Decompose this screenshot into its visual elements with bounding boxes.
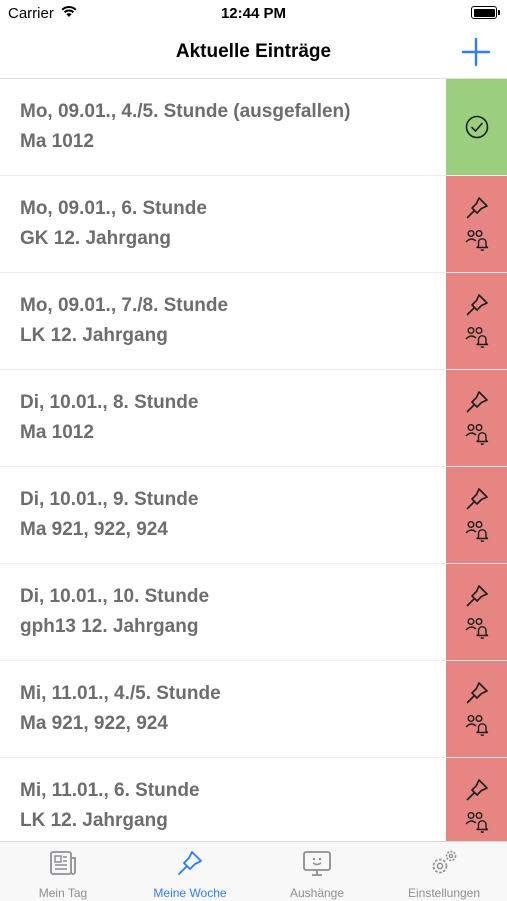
tab-label: Meine Woche [153,886,227,900]
entry-actions[interactable] [446,467,507,563]
entry-actions[interactable] [446,273,507,369]
newspaper-icon [50,851,76,875]
group-notification-icon[interactable] [464,712,490,738]
pin-icon[interactable] [464,680,490,706]
entry-actions[interactable] [446,564,507,660]
entry-actions[interactable] [446,176,507,272]
entry-text: Mi, 11.01., 6. Stunde LK 12. Jahrgang [20,776,437,836]
entry-text: Mo, 09.01., 6. Stunde GK 12. Jahrgang [20,194,437,254]
list-item[interactable]: Mo, 09.01., 7./8. Stunde LK 12. Jahrgang [0,273,507,370]
tab-label: Mein Tag [38,886,88,900]
entry-text: Mi, 11.01., 4./5. Stunde Ma 921, 922, 924 [20,679,437,739]
page-title: Aktuelle Einträge [175,41,332,62]
entry-date-line: Mo, 09.01., 4./5. Stunde (ausgefallen) [20,101,351,122]
entry-date-line: Mo, 09.01., 6. Stunde [20,198,207,219]
list-item[interactable]: Di, 10.01., 8. Stunde Ma 1012 [0,370,507,467]
clock: 12:44 PM [220,5,287,22]
pin-icon[interactable] [464,583,490,609]
tab-bar: Mein Tag Meine Woche Aushänge Einstellun… [0,841,507,901]
entry-date-line: Mi, 11.01., 6. Stunde [20,780,200,801]
entry-text: Di, 10.01., 10. Stunde gph13 12. Jahrgang [20,582,437,642]
entry-text: Di, 10.01., 9. Stunde Ma 921, 922, 924 [20,485,437,545]
entry-actions[interactable] [446,661,507,757]
list-item[interactable]: Mo, 09.01., 6. Stunde GK 12. Jahrgang [0,176,507,273]
entry-status-done[interactable] [446,79,507,175]
entry-course-line: LK 12. Jahrgang [20,325,168,346]
entry-course-line: GK 12. Jahrgang [20,228,171,249]
group-notification-icon[interactable] [464,227,490,253]
entry-course-line: Ma 1012 [20,131,94,152]
entry-actions[interactable] [446,370,507,466]
entry-date-line: Mo, 09.01., 7./8. Stunde [20,295,229,316]
tab-mein-tag[interactable]: Mein Tag [0,842,126,901]
entry-course-line: gph13 12. Jahrgang [20,616,199,637]
entry-course-line: LK 12. Jahrgang [20,810,168,831]
gears-icon [432,850,457,874]
entry-text: Mo, 09.01., 4./5. Stunde (ausgefallen) Ma… [20,97,437,157]
entry-date-line: Di, 10.01., 8. Stunde [20,392,199,413]
list-item[interactable]: Di, 10.01., 10. Stunde gph13 12. Jahrgang [0,564,507,661]
pin-icon[interactable] [464,195,490,221]
list-item[interactable]: Di, 10.01., 9. Stunde Ma 921, 922, 924 [0,467,507,564]
pin-icon [178,851,202,875]
entry-text: Di, 10.01., 8. Stunde Ma 1012 [20,388,437,448]
pin-icon[interactable] [464,777,490,803]
list-item[interactable]: Mi, 11.01., 6. Stunde LK 12. Jahrgang [0,758,507,841]
entry-text: Mo, 09.01., 7./8. Stunde LK 12. Jahrgang [20,291,437,351]
entry-course-line: Ma 1012 [20,422,94,443]
group-notification-icon[interactable] [464,518,490,544]
tab-label: Aushänge [289,886,345,900]
pin-icon[interactable] [464,389,490,415]
entry-date-line: Di, 10.01., 9. Stunde [20,489,199,510]
group-notification-icon[interactable] [464,615,490,641]
entry-date-line: Di, 10.01., 10. Stunde [20,586,210,607]
battery-icon [471,6,500,19]
status-bar: Carrier 12:44 PM [0,0,507,28]
tab-meine-woche[interactable]: Meine Woche [127,842,253,901]
pin-icon[interactable] [464,292,490,318]
tab-einstellungen[interactable]: Einstellungen [381,842,507,901]
entry-date-line: Mi, 11.01., 4./5. Stunde [20,683,221,704]
list-item[interactable]: Mo, 09.01., 4./5. Stunde (ausgefallen) Ma… [0,79,507,176]
add-button[interactable] [460,36,492,68]
entry-course-line: Ma 921, 922, 924 [20,519,168,540]
entry-list[interactable]: Mo, 09.01., 4./5. Stunde (ausgefallen) Ma… [0,79,507,841]
pin-icon[interactable] [464,486,490,512]
group-notification-icon[interactable] [464,324,490,350]
group-notification-icon[interactable] [464,421,490,447]
checkmark-circle-icon [465,115,488,139]
entry-actions[interactable] [446,758,507,841]
tab-label: Einstellungen [407,886,481,900]
display-icon [303,851,331,876]
navigation-bar: Aktuelle Einträge [0,28,507,79]
tab-aushaenge[interactable]: Aushänge [254,842,380,901]
entry-course-line: Ma 921, 922, 924 [20,713,168,734]
group-notification-icon[interactable] [464,809,490,835]
list-item[interactable]: Mi, 11.01., 4./5. Stunde Ma 921, 922, 924 [0,661,507,758]
